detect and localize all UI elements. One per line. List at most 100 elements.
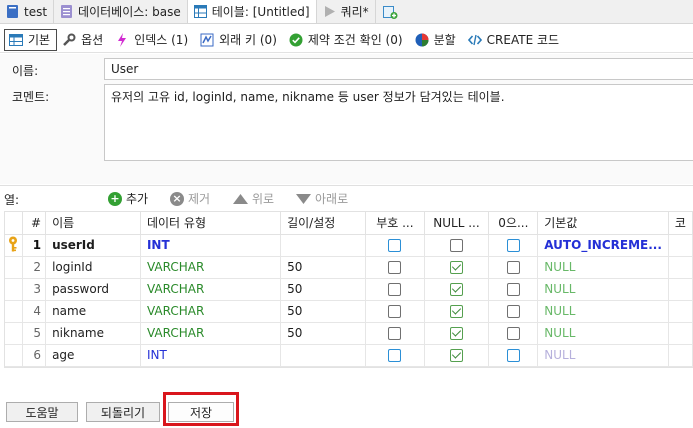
unsigned-cell[interactable] bbox=[365, 300, 425, 323]
comment-cell[interactable] bbox=[668, 256, 693, 279]
remove-column-button[interactable]: × 제거 bbox=[170, 190, 210, 207]
move-up-button[interactable]: 위로 bbox=[233, 190, 274, 207]
checkbox[interactable] bbox=[506, 283, 520, 296]
subtab-partitions[interactable]: 분할 bbox=[410, 29, 463, 51]
default-cell[interactable]: AUTO_INCREME... bbox=[537, 234, 669, 257]
nullable-cell[interactable] bbox=[424, 322, 490, 345]
revert-button[interactable]: 되돌리기 bbox=[86, 402, 160, 422]
new-query-tab-button[interactable] bbox=[376, 0, 404, 23]
checkbox[interactable] bbox=[506, 305, 520, 318]
length-cell[interactable]: 50 bbox=[280, 322, 367, 345]
zerofill-cell[interactable] bbox=[488, 234, 539, 257]
column-header-unsigned[interactable]: 부호 ... bbox=[365, 212, 425, 235]
checkbox[interactable] bbox=[450, 305, 463, 318]
zerofill-cell[interactable] bbox=[488, 278, 539, 301]
nullable-cell[interactable] bbox=[424, 344, 490, 367]
table-comment-textarea[interactable]: 유저의 고유 id, loginId, name, nikname 등 user… bbox=[104, 84, 693, 161]
default-cell[interactable]: NULL bbox=[537, 322, 669, 345]
default-cell[interactable]: NULL bbox=[537, 256, 669, 279]
zerofill-cell[interactable] bbox=[488, 256, 539, 279]
column-name-cell[interactable]: userId bbox=[45, 234, 141, 257]
checkbox[interactable] bbox=[450, 327, 463, 340]
length-cell[interactable] bbox=[280, 344, 367, 367]
checkbox[interactable] bbox=[388, 305, 402, 318]
column-name-cell[interactable]: loginId bbox=[45, 256, 141, 279]
checkbox[interactable] bbox=[450, 349, 463, 362]
comment-cell[interactable] bbox=[668, 300, 693, 323]
table-row[interactable]: 6 age INT NULL bbox=[5, 344, 693, 367]
subtab-basic[interactable]: 기본 bbox=[4, 28, 58, 51]
column-header-default[interactable]: 기본값 bbox=[537, 212, 669, 235]
checkbox[interactable] bbox=[450, 239, 463, 252]
checkbox[interactable] bbox=[388, 261, 402, 274]
column-header-number[interactable]: # bbox=[22, 212, 47, 235]
datatype-cell[interactable]: VARCHAR bbox=[140, 322, 282, 345]
unsigned-cell[interactable] bbox=[365, 278, 425, 301]
column-name-cell[interactable]: name bbox=[45, 300, 141, 323]
checkbox[interactable] bbox=[388, 327, 402, 340]
table-row[interactable]: 3 password VARCHAR 50 NULL bbox=[5, 278, 693, 301]
default-cell[interactable]: NULL bbox=[537, 300, 669, 323]
datatype-cell[interactable]: INT bbox=[140, 234, 282, 257]
length-cell[interactable]: 50 bbox=[280, 278, 367, 301]
unsigned-cell[interactable] bbox=[365, 322, 425, 345]
tab-table[interactable]: 테이블: [Untitled] bbox=[187, 0, 317, 23]
datatype-cell[interactable]: INT bbox=[140, 344, 282, 367]
datatype-cell[interactable]: VARCHAR bbox=[140, 278, 282, 301]
checkbox[interactable] bbox=[450, 261, 463, 274]
column-header-zerofill[interactable]: 0으... bbox=[488, 212, 539, 235]
column-header-comment[interactable]: 코 bbox=[668, 212, 693, 235]
checkbox[interactable] bbox=[506, 261, 520, 274]
subtab-check-constraints[interactable]: 제약 조건 확인 (0) bbox=[284, 29, 410, 51]
default-cell[interactable]: NULL bbox=[537, 344, 669, 367]
comment-cell[interactable] bbox=[668, 234, 693, 257]
nullable-cell[interactable] bbox=[424, 278, 490, 301]
tab-query[interactable]: 쿼리* bbox=[317, 0, 376, 23]
add-column-button[interactable]: + 추가 bbox=[108, 190, 148, 207]
table-name-input[interactable]: User bbox=[104, 58, 693, 80]
comment-cell[interactable] bbox=[668, 322, 693, 345]
table-row[interactable]: 1 userId INT AUTO_INCREME... bbox=[5, 234, 693, 257]
zerofill-cell[interactable] bbox=[488, 322, 539, 345]
zerofill-cell[interactable] bbox=[488, 300, 539, 323]
length-cell[interactable]: 50 bbox=[280, 256, 367, 279]
help-button[interactable]: 도움말 bbox=[6, 402, 78, 422]
column-header-datatype[interactable]: 데이터 유형 bbox=[140, 212, 282, 235]
zerofill-cell[interactable] bbox=[488, 344, 539, 367]
datatype-cell[interactable]: VARCHAR bbox=[140, 300, 282, 323]
table-row[interactable]: 5 nikname VARCHAR 50 NULL bbox=[5, 322, 693, 345]
checkbox[interactable] bbox=[450, 283, 463, 296]
checkbox[interactable] bbox=[388, 349, 402, 362]
subtab-indexes[interactable]: 인덱스 (1) bbox=[110, 29, 195, 51]
nullable-cell[interactable] bbox=[424, 300, 490, 323]
tab-test[interactable]: test bbox=[0, 0, 55, 23]
checkbox[interactable] bbox=[388, 283, 402, 296]
length-cell[interactable] bbox=[280, 234, 367, 257]
column-name-cell[interactable]: age bbox=[45, 344, 141, 367]
table-row[interactable]: 4 name VARCHAR 50 NULL bbox=[5, 300, 693, 323]
subtab-create-code[interactable]: CREATE 코드 bbox=[463, 29, 566, 51]
checkbox[interactable] bbox=[506, 327, 520, 340]
column-header-length[interactable]: 길이/설정 bbox=[280, 212, 367, 235]
length-cell[interactable]: 50 bbox=[280, 300, 367, 323]
datatype-cell[interactable]: VARCHAR bbox=[140, 256, 282, 279]
unsigned-cell[interactable] bbox=[365, 234, 425, 257]
table-row[interactable]: 2 loginId VARCHAR 50 NULL bbox=[5, 256, 693, 279]
column-header-null[interactable]: NULL ... bbox=[424, 212, 490, 235]
column-name-cell[interactable]: nikname bbox=[45, 322, 141, 345]
tab-database[interactable]: 데이터베이스: base bbox=[54, 0, 188, 23]
move-down-button[interactable]: 아래로 bbox=[296, 190, 348, 207]
comment-cell[interactable] bbox=[668, 344, 693, 367]
unsigned-cell[interactable] bbox=[365, 256, 425, 279]
checkbox[interactable] bbox=[506, 239, 520, 252]
checkbox[interactable] bbox=[506, 349, 520, 362]
subtab-options[interactable]: 옵션 bbox=[57, 29, 110, 51]
subtab-foreign-keys[interactable]: 외래 키 (0) bbox=[195, 29, 284, 51]
comment-cell[interactable] bbox=[668, 278, 693, 301]
nullable-cell[interactable] bbox=[424, 234, 490, 257]
column-header-name[interactable]: 이름 bbox=[45, 212, 141, 235]
column-name-cell[interactable]: password bbox=[45, 278, 141, 301]
checkbox[interactable] bbox=[388, 239, 402, 252]
default-cell[interactable]: NULL bbox=[537, 278, 669, 301]
unsigned-cell[interactable] bbox=[365, 344, 425, 367]
